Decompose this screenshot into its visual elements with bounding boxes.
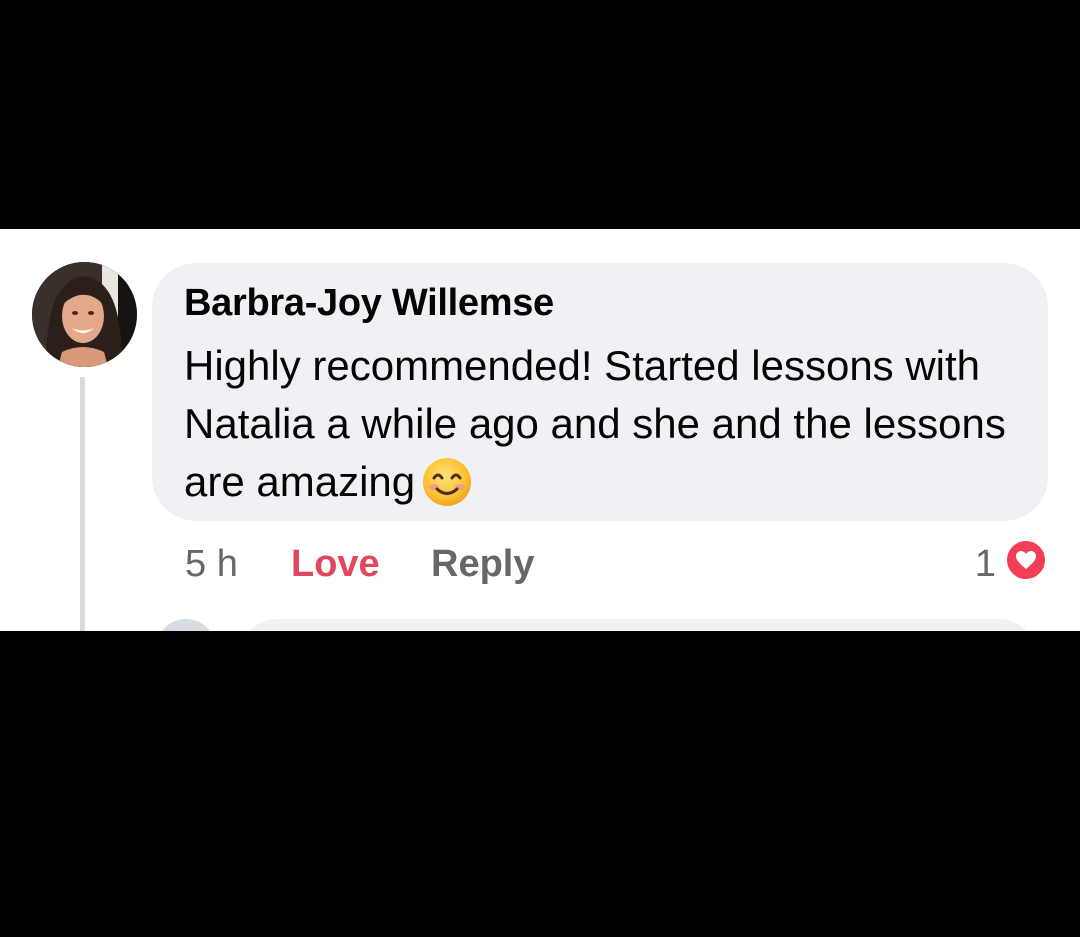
comment-author[interactable]: Barbra-Joy Willemse — [184, 282, 554, 325]
love-button[interactable]: Love — [291, 540, 380, 588]
smiling-face-emoji-icon — [421, 456, 473, 508]
comment-text: Highly recommended! Started lessons with… — [184, 342, 1006, 505]
next-comment-avatar[interactable] — [156, 619, 216, 631]
profile-photo-icon — [32, 262, 137, 367]
comment-bubble: Barbra-Joy Willemse Highly recommended! … — [152, 263, 1048, 521]
comment-text-block: Highly recommended! Started lessons with… — [184, 337, 1024, 511]
reaction-count[interactable]: 1 — [975, 540, 996, 588]
next-comment-bubble — [238, 619, 1038, 631]
thread-line — [80, 377, 85, 631]
comment-timestamp[interactable]: 5 h — [185, 540, 238, 588]
heart-icon[interactable] — [1004, 538, 1048, 582]
comment-panel: Barbra-Joy Willemse Highly recommended! … — [0, 229, 1080, 631]
reply-button[interactable]: Reply — [431, 540, 534, 588]
avatar[interactable] — [32, 262, 137, 367]
screenshot-frame: Barbra-Joy Willemse Highly recommended! … — [0, 0, 1080, 937]
comment-actions: 5 h Love Reply 1 — [0, 540, 1080, 590]
